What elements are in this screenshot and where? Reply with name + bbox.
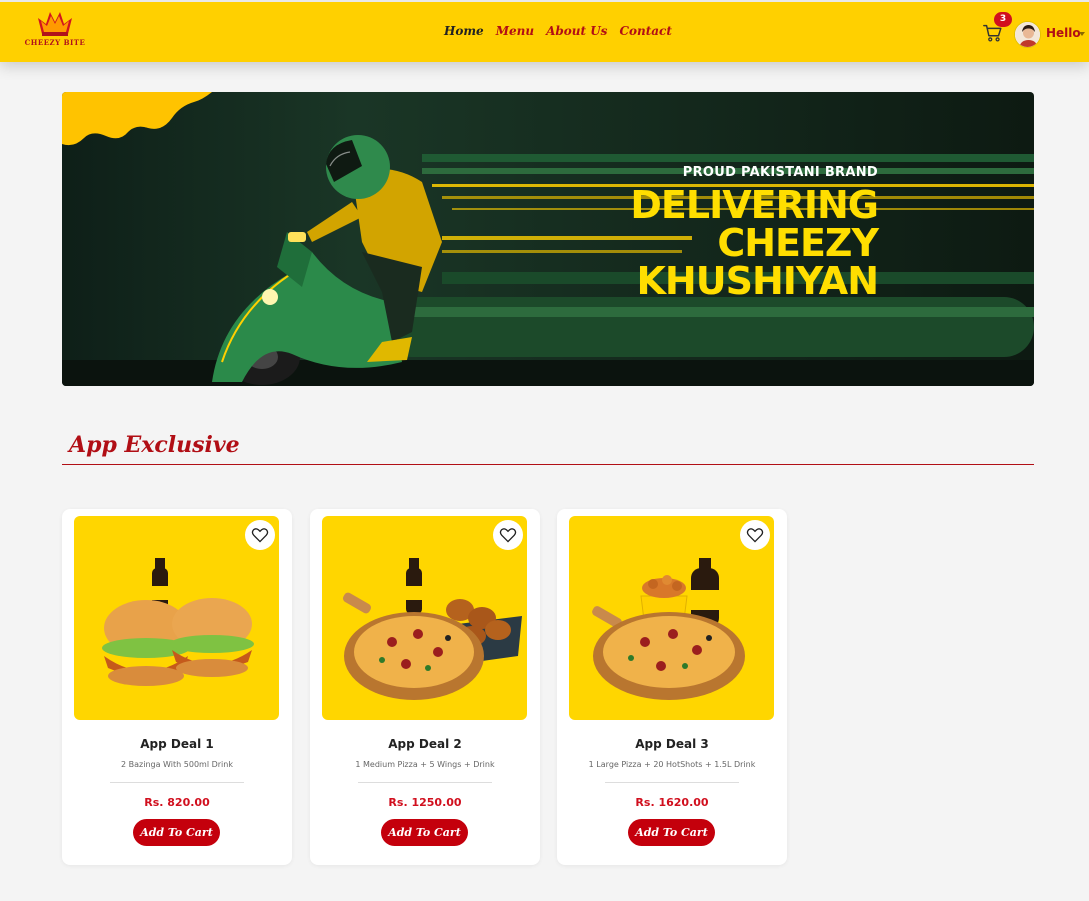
product-price: Rs. 1620.00 (635, 796, 709, 809)
favorite-button[interactable] (493, 520, 523, 550)
nav-home[interactable]: Home (444, 24, 484, 38)
pizza-deal-image (342, 558, 522, 700)
delivery-rider-illustration (62, 92, 1034, 386)
product-title: App Deal 2 (388, 737, 462, 751)
nav-contact[interactable]: Contact (619, 24, 671, 38)
burger-deal-image (102, 558, 254, 686)
large-pizza-deal-image (592, 558, 745, 700)
user-avatar-icon (1015, 22, 1040, 47)
section-divider (62, 464, 1034, 465)
product-card[interactable]: App Deal 3 1 Large Pizza + 20 HotShots +… (557, 509, 787, 865)
navbar: CHEEZY BITE Home Menu About Us Contact 3… (0, 0, 1089, 62)
heart-icon (499, 528, 517, 543)
heart-icon (251, 528, 269, 543)
product-title: App Deal 1 (140, 737, 214, 751)
product-price: Rs. 820.00 (144, 796, 210, 809)
add-to-cart-button[interactable]: Add To Cart (133, 819, 220, 846)
product-card[interactable]: App Deal 1 2 Bazinga With 500ml Drink Rs… (62, 509, 292, 865)
product-image[interactable] (569, 516, 774, 720)
nav-menu[interactable]: Menu (496, 24, 534, 38)
cart-count-badge: 3 (994, 12, 1012, 27)
brand-logo[interactable]: CHEEZY BITE (24, 8, 86, 52)
product-image[interactable] (322, 516, 527, 720)
nav-about-us[interactable]: About Us (546, 24, 607, 38)
product-description: 1 Medium Pizza + 5 Wings + Drink (355, 760, 495, 769)
user-greeting[interactable]: Hello (1046, 26, 1081, 40)
crown-icon (38, 12, 72, 36)
heart-icon (746, 528, 764, 543)
favorite-button[interactable] (740, 520, 770, 550)
chevron-down-icon[interactable] (1079, 32, 1085, 36)
product-description: 1 Large Pizza + 20 HotShots + 1.5L Drink (588, 760, 756, 769)
banner-tagline: PROUD PAKISTANI BRAND (682, 165, 878, 180)
avatar[interactable] (1014, 21, 1041, 48)
product-description: 2 Bazinga With 500ml Drink (121, 760, 233, 769)
hero-banner[interactable]: PROUD PAKISTANI BRAND DELIVERING CHEEZY … (62, 92, 1034, 386)
card-divider (110, 782, 244, 783)
favorite-button[interactable] (245, 520, 275, 550)
product-card[interactable]: App Deal 2 1 Medium Pizza + 5 Wings + Dr… (310, 509, 540, 865)
product-price: Rs. 1250.00 (388, 796, 462, 809)
banner-headline-3: KHUSHIYAN (636, 259, 879, 303)
main-nav: Home Menu About Us Contact (444, 24, 672, 38)
section-title: App Exclusive (69, 432, 240, 458)
add-to-cart-button[interactable]: Add To Cart (381, 819, 468, 846)
add-to-cart-button[interactable]: Add To Cart (628, 819, 715, 846)
product-title: App Deal 3 (635, 737, 709, 751)
banner-headline-2: CHEEZY (717, 221, 879, 265)
logo-text: CHEEZY BITE (24, 38, 86, 47)
banner-headline-1: DELIVERING (630, 183, 879, 227)
product-image[interactable] (74, 516, 279, 720)
card-divider (605, 782, 739, 783)
card-divider (358, 782, 492, 783)
